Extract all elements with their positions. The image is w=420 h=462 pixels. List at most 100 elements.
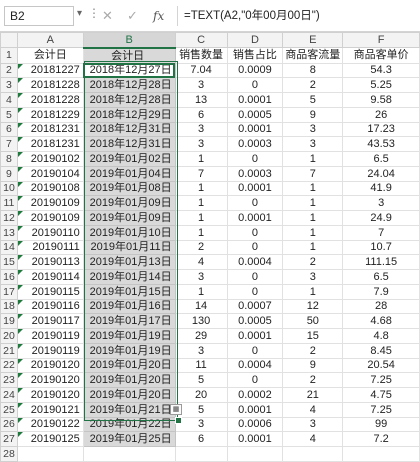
- column-header-f[interactable]: F: [342, 31, 420, 49]
- cell-a[interactable]: 20190109: [16, 195, 84, 211]
- row-header[interactable]: 3: [0, 77, 18, 93]
- cell-e[interactable]: 1: [282, 239, 344, 256]
- cell-d[interactable]: 0.0005: [226, 106, 284, 123]
- cell-b[interactable]: 2018年12月28日: [82, 92, 176, 108]
- enter-icon[interactable]: ✓: [127, 6, 138, 26]
- cell-d[interactable]: 0.0005: [226, 313, 284, 329]
- cell-e[interactable]: 3: [282, 136, 344, 152]
- row-header[interactable]: 19: [0, 313, 18, 329]
- cell-c[interactable]: 5: [174, 401, 228, 418]
- cell-c[interactable]: 1: [174, 210, 228, 226]
- cell-e[interactable]: 1: [282, 283, 344, 300]
- insert-function-icon[interactable]: fx: [153, 6, 164, 26]
- cell-d[interactable]: 0: [226, 342, 284, 359]
- cell-d[interactable]: 0: [226, 77, 284, 93]
- name-box-dropdown-icon[interactable]: ▾: [77, 8, 82, 19]
- cell-a[interactable]: 20190120: [16, 387, 84, 403]
- cell-a[interactable]: 20190110: [16, 224, 84, 241]
- cell-e[interactable]: 1: [282, 224, 344, 241]
- row-header[interactable]: 18: [0, 298, 18, 315]
- cell-b[interactable]: 2019年01月16日: [82, 298, 176, 315]
- formula-input[interactable]: =TEXT(A2,"0年00月00日"): [177, 6, 416, 26]
- cell-e[interactable]: 5: [282, 92, 344, 108]
- cell-e[interactable]: 1: [282, 180, 344, 197]
- cell-b[interactable]: 2019年01月04日: [82, 165, 176, 182]
- row-header[interactable]: 12: [0, 210, 18, 226]
- cell-d[interactable]: 0: [226, 195, 284, 211]
- cell-a[interactable]: 20190117: [16, 313, 84, 329]
- cell-e[interactable]: 3: [282, 416, 344, 433]
- cell-f[interactable]: 41.9: [342, 180, 420, 197]
- row-header[interactable]: 17: [0, 283, 18, 300]
- header-cell-f[interactable]: 商品客单价: [342, 47, 420, 64]
- cell-f[interactable]: 8.45: [342, 342, 420, 359]
- cell-d[interactable]: 0: [226, 372, 284, 388]
- cell-f[interactable]: 7.9: [342, 283, 420, 300]
- row-header[interactable]: 28: [0, 446, 18, 462]
- cell-b[interactable]: 2019年01月13日: [82, 254, 176, 270]
- cell-f[interactable]: 9.58: [342, 92, 420, 108]
- cell-f[interactable]: 7.25: [342, 372, 420, 388]
- cell-b[interactable]: 2018年12月31日: [82, 121, 176, 138]
- cell-d[interactable]: 0: [226, 224, 284, 241]
- cell-a[interactable]: 20181229: [16, 106, 84, 123]
- cell-b[interactable]: 2019年01月19日: [82, 328, 176, 344]
- header-cell-d[interactable]: 销售占比: [226, 47, 284, 64]
- cell-b[interactable]: 2019年01月21日: [82, 401, 176, 418]
- cell-e[interactable]: 4: [282, 401, 344, 418]
- cell-e[interactable]: 3: [282, 121, 344, 138]
- cell-d[interactable]: 0.0003: [226, 136, 284, 152]
- cell-a[interactable]: 20190115: [16, 283, 84, 300]
- cell-d[interactable]: 0.0001: [226, 92, 284, 108]
- row-header[interactable]: 25: [0, 401, 18, 418]
- row-header[interactable]: 26: [0, 416, 18, 433]
- header-cell-e[interactable]: 商品客流量: [282, 47, 344, 64]
- cell-e[interactable]: 9: [282, 357, 344, 374]
- cell-b[interactable]: 2019年01月22日: [82, 416, 176, 433]
- cell-d[interactable]: 0: [226, 151, 284, 167]
- cell-e[interactable]: 2: [282, 254, 344, 270]
- header-cell-a[interactable]: 会计日: [16, 47, 84, 64]
- cell-e[interactable]: 4: [282, 431, 344, 447]
- cell-f[interactable]: 99: [342, 416, 420, 433]
- cell-a[interactable]: 20190113: [16, 254, 84, 270]
- cell-e[interactable]: 2: [282, 77, 344, 93]
- row-header[interactable]: 8: [0, 151, 18, 167]
- cell-d[interactable]: 0.0001: [226, 401, 284, 418]
- cell-e[interactable]: 1: [282, 195, 344, 211]
- cell-b[interactable]: 2019年01月02日: [82, 151, 176, 167]
- cell-d[interactable]: 0.0001: [226, 210, 284, 226]
- cell-f[interactable]: 3: [342, 195, 420, 211]
- cell-c[interactable]: [174, 446, 228, 462]
- cell-a[interactable]: 20190116: [16, 298, 84, 315]
- cell-d[interactable]: 0: [226, 239, 284, 256]
- cell-c[interactable]: 6: [174, 106, 228, 123]
- cell-d[interactable]: 0: [226, 269, 284, 285]
- cell-c[interactable]: 3: [174, 77, 228, 93]
- cell-a[interactable]: 20190104: [16, 165, 84, 182]
- cell-b[interactable]: 2019年01月15日: [82, 283, 176, 300]
- cell-c[interactable]: 1: [174, 151, 228, 167]
- cell-e[interactable]: 2: [282, 372, 344, 388]
- cell-a[interactable]: 20190121: [16, 401, 84, 418]
- cell-b[interactable]: 2019年01月25日: [82, 431, 176, 447]
- cell-b[interactable]: 2019年01月20日: [82, 357, 176, 374]
- cell-e[interactable]: 21: [282, 387, 344, 403]
- cell-a[interactable]: 20190111: [16, 239, 84, 256]
- header-cell-b[interactable]: 会计日: [82, 47, 176, 64]
- cell-c[interactable]: 1: [174, 180, 228, 197]
- cell-e[interactable]: 50: [282, 313, 344, 329]
- cell-c[interactable]: 14: [174, 298, 228, 315]
- cell-d[interactable]: 0.0004: [226, 254, 284, 270]
- row-header[interactable]: 6: [0, 121, 18, 138]
- select-all-corner[interactable]: [0, 31, 18, 49]
- cell-f[interactable]: 5.25: [342, 77, 420, 93]
- column-header-a[interactable]: A: [16, 31, 84, 49]
- cell-c[interactable]: 29: [174, 328, 228, 344]
- cell-d[interactable]: 0.0007: [226, 298, 284, 315]
- cell-f[interactable]: 6.5: [342, 151, 420, 167]
- cell-b[interactable]: 2018年12月29日: [82, 106, 176, 123]
- cell-a[interactable]: 20181231: [16, 121, 84, 138]
- formula-bar-grip-icon[interactable]: ⋮: [88, 6, 100, 20]
- paste-options-icon[interactable]: ▦: [170, 404, 182, 415]
